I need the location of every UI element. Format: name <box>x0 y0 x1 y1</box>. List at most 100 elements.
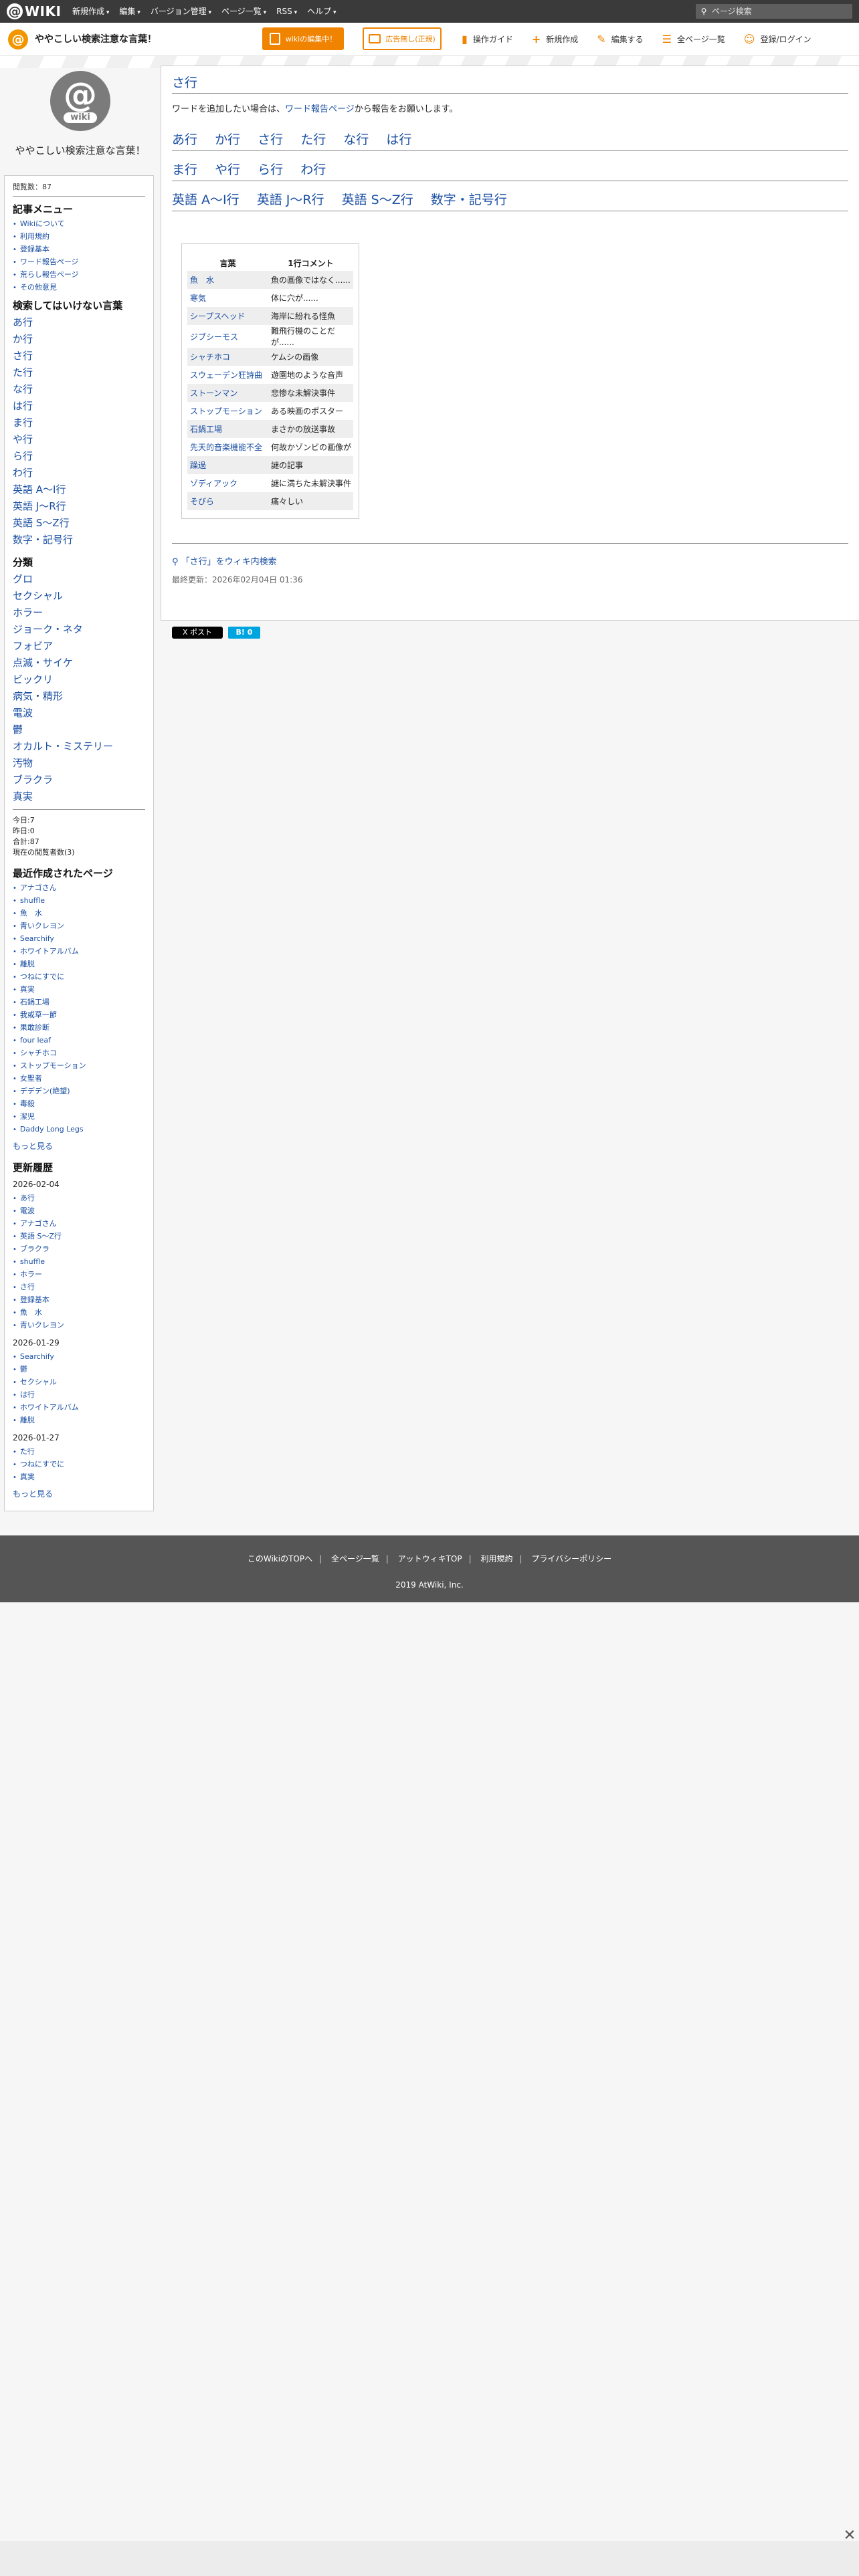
nav-link[interactable]: ら行 <box>258 163 283 177</box>
category-item[interactable]: 電波 <box>13 705 145 722</box>
word-link[interactable]: ストップモーション <box>187 402 268 420</box>
forbidden-item[interactable]: か行 <box>13 331 145 348</box>
nav-link[interactable]: 英語 S～Z行 <box>342 193 413 207</box>
recent-item[interactable]: 毒殺 <box>13 1098 145 1111</box>
recent-item[interactable]: shuffle <box>13 895 145 907</box>
menu-edit[interactable]: 編集 <box>119 0 140 23</box>
history-item[interactable]: 青いクレヨン <box>13 1319 145 1332</box>
page-search-input[interactable] <box>712 4 852 19</box>
word-link[interactable]: そびら <box>187 492 268 510</box>
nav-link[interactable]: さ行 <box>258 132 283 147</box>
recent-item[interactable]: つねにすでに <box>13 971 145 984</box>
recent-item[interactable]: シャチホコ <box>13 1047 145 1060</box>
word-link[interactable]: シープスヘッド <box>187 307 268 325</box>
category-item[interactable]: ブラクラ <box>13 772 145 788</box>
category-item[interactable]: 真実 <box>13 788 145 805</box>
history-item[interactable]: ブラクラ <box>13 1243 145 1256</box>
menu-item[interactable]: ワード報告ページ <box>13 256 145 269</box>
recent-item[interactable]: Daddy Long Legs <box>13 1123 145 1136</box>
menu-version[interactable]: バージョン管理 <box>151 0 211 23</box>
history-item[interactable]: shuffle <box>13 1256 145 1269</box>
word-report-link[interactable]: ワード報告ページ <box>285 104 355 114</box>
recent-item[interactable]: デデデン(絶望) <box>13 1085 145 1098</box>
guide-link[interactable]: ▮ 操作ガイド <box>462 23 513 56</box>
nav-link[interactable]: は行 <box>386 132 411 147</box>
recent-item[interactable]: 我或草一節 <box>13 1009 145 1022</box>
menu-item[interactable]: 利用規約 <box>13 231 145 243</box>
footer-link-privacy[interactable]: プライバシーポリシー <box>531 1554 611 1564</box>
history-item[interactable]: た行 <box>13 1446 145 1459</box>
history-more-link[interactable]: もっと見る <box>13 1488 145 1500</box>
forbidden-item[interactable]: 数字・記号行 <box>13 532 145 548</box>
category-item[interactable]: ホラー <box>13 605 145 621</box>
word-link[interactable]: ジブシーモス <box>187 325 268 348</box>
ad-free-button[interactable]: 広告無し(正規) <box>363 27 442 50</box>
recent-item[interactable]: ホワイトアルバム <box>13 946 145 958</box>
forbidden-item[interactable]: ま行 <box>13 415 145 431</box>
nav-link[interactable]: あ行 <box>172 132 197 147</box>
history-item[interactable]: 登録基本 <box>13 1294 145 1307</box>
menu-page-list[interactable]: ページ一覧 <box>221 0 266 23</box>
history-item[interactable]: つねにすでに <box>13 1459 145 1471</box>
forbidden-item[interactable]: ら行 <box>13 448 145 465</box>
history-item[interactable]: 真実 <box>13 1471 145 1484</box>
nav-link[interactable]: 英語 J～R行 <box>257 193 324 207</box>
recent-item[interactable]: 石鍋工場 <box>13 996 145 1009</box>
nav-link[interactable]: わ行 <box>300 163 326 177</box>
word-link[interactable]: シャチホコ <box>187 348 268 366</box>
word-link[interactable]: 石鍋工場 <box>187 420 268 438</box>
wiki-editing-button[interactable]: wikiの編集中！ <box>262 27 344 50</box>
history-item[interactable]: 英語 S～Z行 <box>13 1230 145 1243</box>
hatena-bookmark-button[interactable]: B! 0 <box>228 627 260 639</box>
forbidden-item[interactable]: た行 <box>13 364 145 381</box>
footer-link-all-pages[interactable]: 全ページ一覧 <box>331 1554 379 1564</box>
wiki-search-link[interactable]: ⚲ 「さ行」をウィキ内検索 <box>172 543 848 567</box>
nav-link[interactable]: か行 <box>215 132 240 147</box>
menu-rss[interactable]: RSS <box>276 0 297 23</box>
category-item[interactable]: 病気・精形 <box>13 688 145 705</box>
history-item[interactable]: 電波 <box>13 1205 145 1218</box>
word-link[interactable]: 先天的音楽機能不全 <box>187 438 268 456</box>
footer-link-atwiki-top[interactable]: アットウィキTOP <box>398 1554 462 1564</box>
menu-item[interactable]: その他意見 <box>13 282 145 294</box>
atwiki-logo[interactable]: @ WIKI <box>7 3 61 19</box>
recent-item[interactable]: 潔児 <box>13 1111 145 1123</box>
word-link[interactable]: 寒気 <box>187 289 268 307</box>
word-link[interactable]: 魚 水 <box>187 271 268 289</box>
recent-item[interactable]: アナゴさん <box>13 882 145 895</box>
history-item[interactable]: あ行 <box>13 1192 145 1205</box>
category-item[interactable]: 汚物 <box>13 755 145 772</box>
search-icon[interactable]: ⚲ <box>696 7 712 16</box>
recent-item[interactable]: 魚 水 <box>13 907 145 920</box>
nav-link[interactable]: た行 <box>300 132 326 147</box>
forbidden-item[interactable]: 英語 A～I行 <box>13 481 145 498</box>
history-item[interactable]: セクシャル <box>13 1376 145 1389</box>
history-item[interactable]: 魚 水 <box>13 1307 145 1319</box>
nav-link[interactable]: な行 <box>343 132 369 147</box>
new-page-link[interactable]: + 新規作成 <box>532 23 578 56</box>
menu-help[interactable]: ヘルプ <box>307 0 336 23</box>
menu-item[interactable]: 荒らし報告ページ <box>13 269 145 282</box>
history-item[interactable]: さ行 <box>13 1281 145 1294</box>
category-item[interactable]: ビックリ <box>13 671 145 688</box>
category-item[interactable]: 点滅・サイケ <box>13 655 145 671</box>
history-item[interactable]: Searchify <box>13 1351 145 1364</box>
history-item[interactable]: 離脱 <box>13 1414 145 1427</box>
category-item[interactable]: セクシャル <box>13 588 145 605</box>
forbidden-item[interactable]: な行 <box>13 381 145 398</box>
recent-item[interactable]: 離脱 <box>13 958 145 971</box>
forbidden-item[interactable]: 英語 S～Z行 <box>13 515 145 532</box>
word-link[interactable]: ストーンマン <box>187 384 268 402</box>
x-post-button[interactable]: X ポスト <box>172 627 223 639</box>
nav-link[interactable]: ま行 <box>172 163 197 177</box>
word-link[interactable]: ゾディアック <box>187 474 268 492</box>
menu-item[interactable]: Wikiについて <box>13 218 145 231</box>
site-title[interactable]: ややこしい検索注意な言葉！ <box>35 23 157 56</box>
category-item[interactable]: 鬱 <box>13 722 145 738</box>
history-item[interactable]: 鬱 <box>13 1364 145 1376</box>
recent-item[interactable]: Searchify <box>13 933 145 946</box>
close-icon[interactable]: ✕ <box>842 2528 858 2544</box>
category-item[interactable]: オカルト・ミステリー <box>13 738 145 755</box>
recent-more-link[interactable]: もっと見る <box>13 1140 145 1152</box>
recent-item[interactable]: 果敢診断 <box>13 1022 145 1035</box>
